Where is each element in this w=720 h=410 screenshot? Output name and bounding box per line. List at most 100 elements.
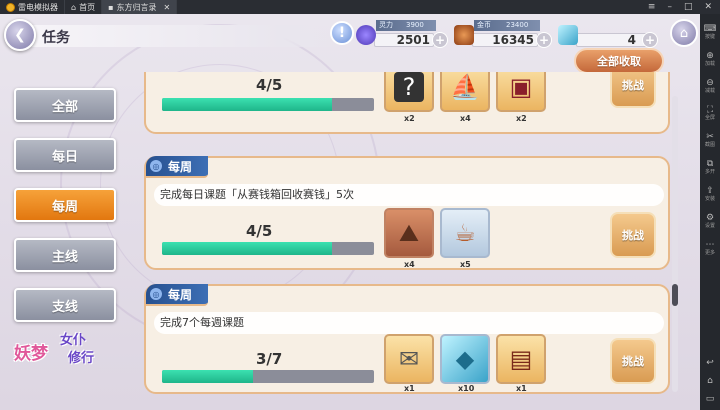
add-money-button[interactable]: + [536,32,552,48]
emulator-sidebar-label: 多开 [704,169,715,175]
title-bar: 任务 [32,25,344,47]
reward-item[interactable]: ▣ [496,72,546,112]
add-crystal-button[interactable]: + [642,32,658,48]
task-card: 4/5 ? x2 ⛵ x4 ▣ x2 挑战 [144,72,670,134]
resource-value: 4 [627,33,636,47]
event-logo[interactable]: 妖梦 女仆 修行 [14,329,118,373]
reward-item[interactable]: ▤ [496,334,546,384]
resource-spirit: 灵力 3900 2501 + [356,19,450,51]
home-nav-icon[interactable]: ⌂ [707,376,713,386]
game-icon: ▪ [108,2,114,12]
page-title: 任务 [42,30,70,46]
challenge-button[interactable]: 挑战 [610,72,656,108]
menu-icon[interactable]: ≡ [648,2,656,12]
emulator-nav-buttons: ↩ ⌂ ▭ [706,358,715,404]
tea-cup-icon: ☕ [454,219,476,247]
emulator-sidebar-label: 减载 [704,88,715,94]
close-window-icon[interactable]: ✕ [704,2,712,12]
emulator-sidebar-label: 安装 [704,196,715,202]
tab-weekly[interactable]: 每周 [14,188,116,222]
reward-count: x4 [404,260,415,269]
recents-nav-icon[interactable]: ▭ [706,394,715,404]
emulator-sidebar-item[interactable]: ⊖ 减载 [701,74,719,99]
emulator-sidebar-icon: ⚙ [705,213,715,223]
resource-crystal: 4 + [558,19,662,51]
challenge-button[interactable]: 挑战 [610,338,656,384]
emulator-sidebar-icon: ⋯ [705,240,715,250]
back-button[interactable]: ❮ [4,19,36,51]
progress-bar [162,98,374,111]
emulator-titlebar: 雷电模拟器 ⌂ 首页 ▪ 东方归言录 ✕ ≡ – □ ✕ [0,0,720,14]
logo-text-sub2: 修行 [68,351,95,366]
info-button[interactable]: ! [330,21,354,45]
window-controls: ≡ – □ ✕ [648,2,720,12]
emulator-sidebar-item[interactable]: ⇪ 安装 [701,182,719,207]
add-spirit-button[interactable]: + [432,32,448,48]
tab-all[interactable]: 全部 [14,88,116,122]
home-icon: ⌂ [71,2,77,12]
emulator-logo-icon [6,2,15,12]
progress-bar [162,370,374,383]
claim-all-button[interactable]: 全部收取 [574,48,664,74]
reward-item[interactable]: ☕ [440,208,490,258]
task-card: ◎ 每周 完成7个每週课题 3/7 ✉ x1 ◆ x10 ▤ x1 挑战 [144,284,670,394]
emulator-sidebar-item[interactable]: ⚙ 设置 [701,209,719,234]
emulator-sidebar-label: 加载 [704,61,715,67]
tab-daily[interactable]: 每日 [14,138,116,172]
progress-bar [162,242,374,255]
ice-cube-icon: ◆ [455,345,475,373]
emulator-tab-label: 东方归言录 [116,2,157,12]
emulator-sidebar-label: 全屏 [704,115,715,121]
emulator-tab-game[interactable]: ▪ 东方归言录 ✕ [102,0,178,14]
mystery-icon: ? [394,72,424,102]
task-card: ◎ 每周 完成每日课题「从赛钱箱回收赛钱」5次 4/5 ⛰ x4 ☕ x5 挑战 [144,156,670,270]
emulator-sidebar-item[interactable]: ⊕ 加载 [701,47,719,72]
reward-item[interactable]: ◆ [440,334,490,384]
close-icon[interactable]: ✕ [164,3,171,12]
task-description: 完成7个每週课题 [154,312,664,334]
emulator-tab-home[interactable]: ⌂ 首页 [65,0,103,14]
back-nav-icon[interactable]: ↩ [706,358,714,368]
emulator-sidebar-icon: ⊖ [706,78,714,88]
scrollbar-thumb[interactable] [672,284,678,306]
resource-money: 金币 23400 16345 + [454,19,554,51]
progress-fill [162,370,254,383]
challenge-button[interactable]: 挑战 [610,212,656,258]
reward-count: x4 [460,114,471,123]
home-icon: ⌂ [679,25,689,41]
reward-item[interactable]: ? [384,72,434,112]
tab-main[interactable]: 主线 [14,238,116,272]
reward-count: x2 [516,114,527,123]
emulator-sidebar-icon: ⌨ [703,24,717,34]
emulator-sidebar-label: 设置 [704,223,715,229]
emulator-sidebar-item[interactable]: ⋯ 更多 [701,236,719,261]
task-list-scrollbar[interactable] [672,96,678,392]
emulator-sidebar-item[interactable]: ✂ 截图 [701,128,719,153]
resource-value: 2501 [396,33,430,47]
rock-icon: ⛰ [398,219,420,247]
emulator-sidebar-item[interactable]: ⛶ 全屏 [701,101,719,126]
crystal-cube-icon [558,25,578,45]
minimize-icon[interactable]: – [667,2,672,12]
home-button[interactable]: ⌂ [670,19,698,47]
emulator-tab-label: 首页 [79,2,96,12]
emulator-sidebar-icon: ⧉ [706,159,714,169]
emulator-sidebar-item[interactable]: ⧉ 多开 [701,155,719,180]
reward-item[interactable]: ⛵ [440,72,490,112]
maximize-icon[interactable]: □ [684,2,693,12]
gift-box-icon: ▣ [509,73,533,101]
emulator-sidebar-label: 更多 [704,250,715,256]
emulator-sidebar-item[interactable]: ⌨ 按键 [701,20,719,45]
reward-item[interactable]: ⛰ [384,208,434,258]
money-pouch-icon [454,25,474,45]
emulator-sidebar-icon: ⇪ [706,186,714,196]
spiral-icon: ◎ [150,288,162,300]
emulator-tab-app[interactable]: 雷电模拟器 [0,0,65,14]
emulator-sidebar-label: 按键 [704,34,715,40]
reward-item[interactable]: ✉ [384,334,434,384]
resource-cap: 3900 [406,21,424,29]
tab-side[interactable]: 支线 [14,288,116,322]
emulator-sidebar: ⌨ 按键 ⊕ 加载 ⊖ 减载 ⛶ 全屏 ✂ 截图 ⧉ 多开 ⇪ 安装 ⚙ 设置 ⋯ 更多 ↩ ⌂ ▭ [700,14,720,410]
progress-text: 3/7 [256,350,283,368]
exclamation-icon: ! [338,25,346,41]
